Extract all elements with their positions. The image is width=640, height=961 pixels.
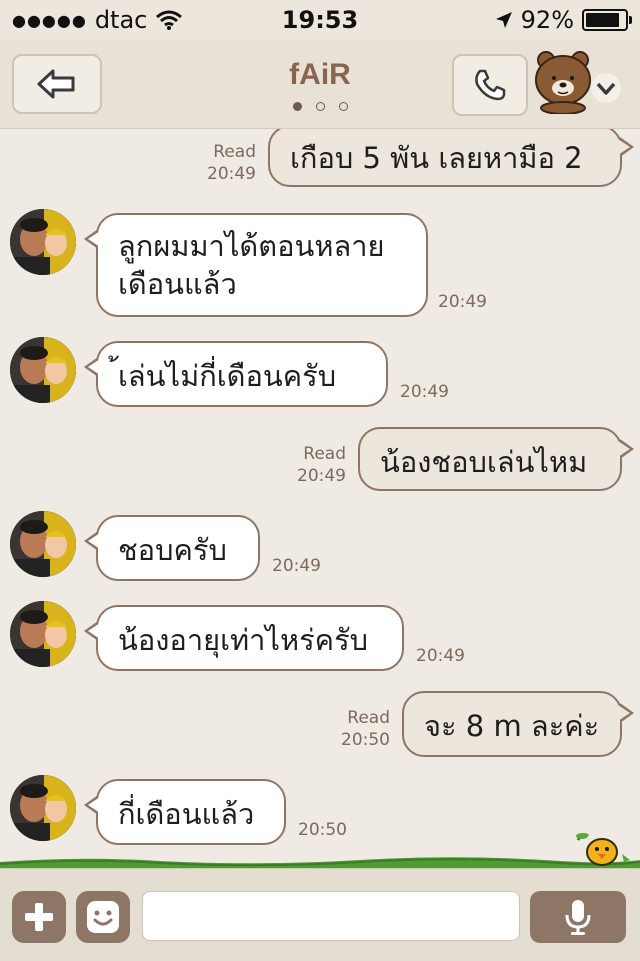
page-dot xyxy=(292,102,302,111)
message-bubble-incoming[interactable]: ้เล่นไม่กี่เดือนครับ xyxy=(84,341,388,407)
avatar[interactable] xyxy=(10,775,76,841)
message-input-bar xyxy=(0,868,640,961)
message-bubble-outgoing[interactable]: เกือบ 5 พัน เลยหามือ 2 xyxy=(268,129,634,187)
message-time: 20:50 xyxy=(298,820,347,840)
message-bubble-outgoing[interactable]: จะ 8 m ละค่ะ xyxy=(402,691,634,757)
chat-header: fAiR xyxy=(0,40,640,129)
plus-icon xyxy=(25,903,53,931)
avatar-photo xyxy=(10,775,76,841)
call-button[interactable] xyxy=(452,54,528,116)
location-arrow-icon xyxy=(495,12,512,28)
message-text-line: ลูกผมมาได้ตอนหลาย xyxy=(118,229,385,263)
message-time: 20:50 xyxy=(341,730,390,750)
message-time: 20:49 xyxy=(438,292,487,312)
read-receipt: Read xyxy=(213,142,256,162)
chick-sticker-icon xyxy=(576,833,630,866)
message-input[interactable] xyxy=(142,891,520,941)
voice-message-button[interactable] xyxy=(530,891,626,943)
read-receipt: Read xyxy=(347,708,390,728)
message-text: เกือบ 5 พัน เลยหามือ 2 xyxy=(290,141,583,175)
avatar-photo xyxy=(10,511,76,577)
chat-area[interactable]: Read 20:49 เกือบ 5 พัน เลยหามือ 2 ลูกผมม… xyxy=(0,129,640,868)
avatar-photo xyxy=(10,209,76,275)
sticker-button[interactable] xyxy=(76,891,130,943)
read-receipt: Read xyxy=(303,444,346,464)
message-time: 20:49 xyxy=(207,164,256,184)
message-time: 20:49 xyxy=(416,646,465,666)
brown-bear-icon xyxy=(535,51,621,115)
message-text: จะ 8 m ละค่ะ xyxy=(424,709,600,743)
message-bubble-incoming[interactable]: น้องอายุเท่าไหร่ครับ xyxy=(84,605,404,671)
avatar[interactable] xyxy=(10,601,76,667)
menu-button[interactable] xyxy=(532,50,624,115)
page-dot xyxy=(338,102,348,111)
message-text: ชอบครับ xyxy=(118,533,227,567)
avatar-photo xyxy=(10,337,76,403)
message-bubble-incoming[interactable]: ลูกผมมาได้ตอนหลาย เดือนแล้ว xyxy=(84,213,428,317)
message-bubble-incoming[interactable]: ชอบครับ xyxy=(84,515,260,581)
message-bubble-incoming[interactable]: กี่เดือนแล้ว xyxy=(84,779,286,845)
message-text: กี่เดือนแล้ว xyxy=(118,797,255,831)
add-attachment-button[interactable] xyxy=(12,891,66,943)
phone-icon xyxy=(475,69,506,101)
status-right: 92% xyxy=(495,6,632,34)
message-time: 20:49 xyxy=(272,556,321,576)
message-meta: Read 20:50 xyxy=(334,707,390,751)
message-meta: Read 20:49 xyxy=(200,141,256,185)
status-bar: ●●●●● dtac 19:53 92% xyxy=(0,0,640,40)
avatar-photo xyxy=(10,601,76,667)
message-text-line: เดือนแล้ว xyxy=(118,267,237,301)
message-time: 20:49 xyxy=(400,382,449,402)
message-text: น้องอายุเท่าไหร่ครับ xyxy=(118,623,369,657)
battery-level-fill xyxy=(586,13,619,27)
microphone-icon xyxy=(565,900,591,935)
avatar[interactable] xyxy=(10,337,76,403)
avatar[interactable] xyxy=(10,511,76,577)
message-time: 20:49 xyxy=(297,466,346,486)
battery-percent: 92% xyxy=(520,6,574,34)
message-text: ้เล่นไม่กี่เดือนครับ xyxy=(118,359,337,393)
message-text: น้องชอบเล่นไหม xyxy=(380,445,588,479)
page-dot xyxy=(315,102,325,111)
message-meta: Read 20:49 xyxy=(290,443,346,487)
battery-icon xyxy=(582,9,632,31)
smiley-icon xyxy=(87,901,119,933)
message-bubble-outgoing[interactable]: น้องชอบเล่นไหม xyxy=(358,427,634,491)
avatar[interactable] xyxy=(10,209,76,275)
